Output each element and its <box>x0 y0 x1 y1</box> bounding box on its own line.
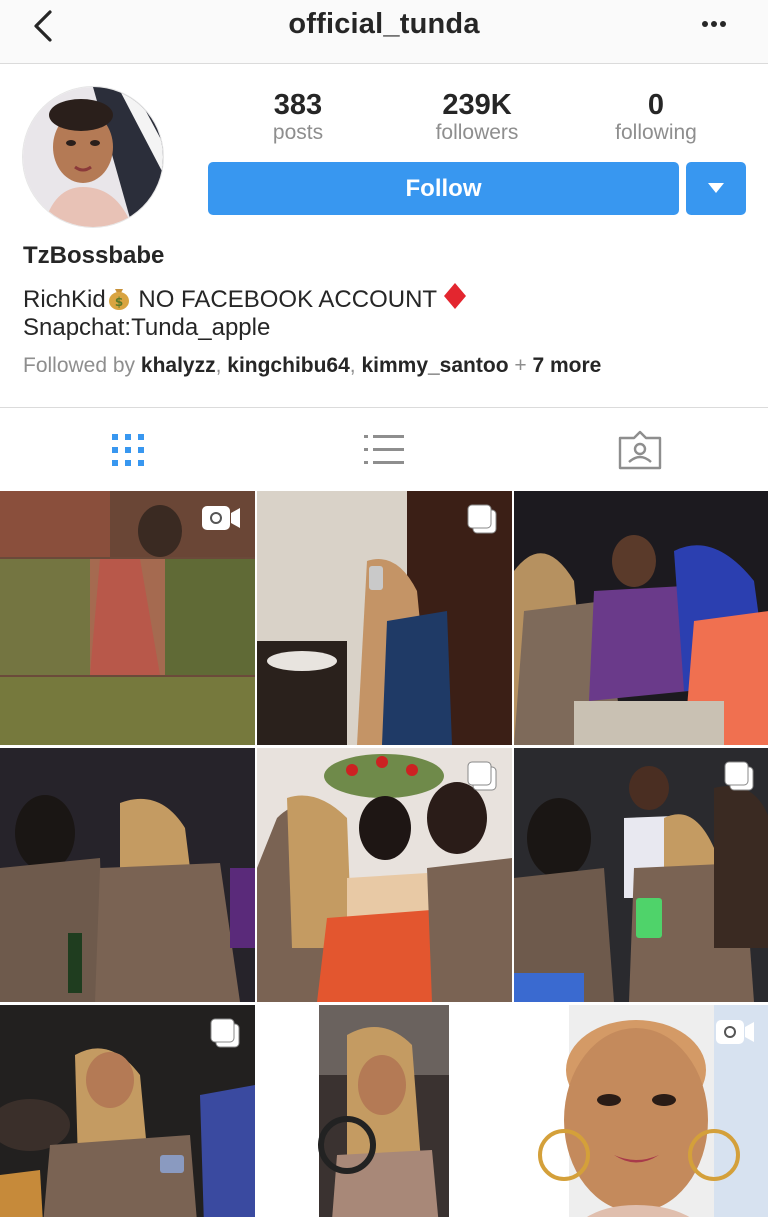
profile-stats: 383 posts 239K followers 0 following <box>208 88 746 148</box>
tab-list-view[interactable] <box>324 408 444 492</box>
bio-text-richkid: RichKid <box>23 286 106 313</box>
post-tile-8[interactable] <box>257 1005 512 1217</box>
carousel-icon <box>467 504 497 534</box>
post-tile-9[interactable] <box>514 1005 768 1217</box>
post-tile-7[interactable] <box>0 1005 255 1217</box>
video-icon <box>202 506 240 530</box>
following-count: 0 <box>647 89 665 121</box>
tagged-person-icon <box>618 430 662 470</box>
caret-down-icon <box>708 183 724 193</box>
posts-label: posts <box>272 121 324 144</box>
following-label: following <box>615 121 697 144</box>
svg-text:$: $ <box>115 295 123 309</box>
profile-view-tabs <box>0 407 768 491</box>
diamond-emoji-icon <box>443 282 467 317</box>
post-tile-5[interactable] <box>257 748 512 1002</box>
post-tile-2[interactable] <box>257 491 512 745</box>
stat-posts[interactable]: 383 posts <box>208 88 388 144</box>
follow-button[interactable]: Follow <box>208 162 679 215</box>
more-options-button[interactable] <box>698 14 738 34</box>
followers-label: followers <box>435 121 519 144</box>
stat-followers[interactable]: 239K followers <box>387 88 567 144</box>
mutual-followers-more[interactable]: 7 more <box>532 354 601 377</box>
ellipsis-horizontal-icon <box>702 21 726 27</box>
tab-tagged[interactable] <box>580 408 700 492</box>
bio-text-no-facebook: NO FACEBOOK ACCOUNT <box>131 286 444 313</box>
mutual-follower-1[interactable]: khalyzz <box>141 354 216 377</box>
bio-line-1: RichKid $ NO FACEBOOK ACCOUNT <box>23 282 467 318</box>
suggested-accounts-dropdown-button[interactable] <box>686 162 746 215</box>
stat-following[interactable]: 0 following <box>566 88 746 144</box>
profile-username-title: official_tunda <box>288 8 480 40</box>
carousel-icon <box>210 1018 240 1048</box>
grid-icon <box>112 434 144 466</box>
mutual-follower-3[interactable]: kimmy_santoo <box>361 354 508 377</box>
post-image <box>514 491 768 745</box>
bio-line-2: Snapchat:Tunda_apple <box>23 314 271 341</box>
posts-count: 383 <box>273 89 323 121</box>
video-icon <box>716 1020 754 1044</box>
post-image <box>257 1005 512 1217</box>
post-tile-1[interactable] <box>0 491 255 745</box>
post-tile-6[interactable] <box>514 748 768 1002</box>
followed-by-text[interactable]: Followed by khalyzz, kingchibu64, kimmy_… <box>23 354 601 378</box>
carousel-icon <box>467 761 497 791</box>
posts-grid <box>0 491 768 1217</box>
post-image <box>0 748 255 1002</box>
profile-avatar[interactable] <box>22 86 164 228</box>
carousel-icon <box>724 761 754 791</box>
post-tile-3[interactable] <box>514 491 768 745</box>
followers-count: 239K <box>442 89 512 121</box>
top-nav-bar: official_tunda <box>0 0 768 64</box>
tab-grid-view[interactable] <box>68 408 188 492</box>
list-icon <box>364 435 404 464</box>
mutual-follower-2[interactable]: kingchibu64 <box>227 354 350 377</box>
followed-by-prefix: Followed by <box>23 354 141 377</box>
display-name: TzBossbabe <box>23 242 165 269</box>
post-tile-4[interactable] <box>0 748 255 1002</box>
